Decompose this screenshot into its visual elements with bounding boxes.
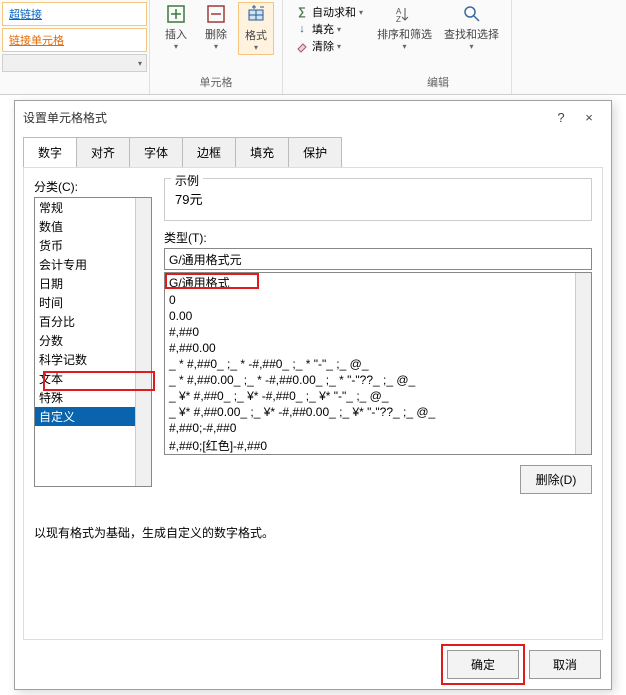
chevron-down-icon: ▾ (359, 8, 363, 17)
insert-button[interactable]: 插入 ▾ (158, 2, 194, 55)
tab-fill[interactable]: 填充 (235, 137, 289, 167)
list-item[interactable]: 文本 (35, 369, 151, 388)
find-select-label: 查找和选择 (444, 26, 499, 42)
list-item[interactable]: _ * #,##0.00_ ;_ * -#,##0.00_ ;_ * "-"??… (165, 372, 591, 388)
cancel-button[interactable]: 取消 (529, 650, 601, 679)
delete-format-button[interactable]: 删除(D) (520, 465, 592, 494)
style-linked-cell[interactable]: 链接单元格 (2, 28, 147, 52)
format-icon (246, 5, 266, 25)
style-hyperlink[interactable]: 超链接 (2, 2, 147, 26)
list-item[interactable]: 分数 (35, 331, 151, 350)
list-item[interactable]: 常规 (35, 198, 151, 217)
insert-icon (166, 4, 186, 24)
sort-filter-label: 排序和筛选 (377, 26, 432, 42)
list-item[interactable]: 百分比 (35, 312, 151, 331)
list-item[interactable]: G/通用格式 (165, 273, 591, 292)
sort-filter-button[interactable]: AZ 排序和筛选 ▾ (373, 2, 436, 74)
scrollbar[interactable] (135, 198, 151, 486)
category-listbox[interactable]: 常规 数值 货币 会计专用 日期 时间 百分比 分数 科学记数 文本 特殊 自定… (34, 197, 152, 487)
chevron-down-icon: ▾ (403, 42, 407, 51)
chevron-down-icon: ▾ (174, 42, 178, 51)
delete-button[interactable]: 删除 ▾ (198, 2, 234, 55)
list-item[interactable]: 时间 (35, 293, 151, 312)
tab-border[interactable]: 边框 (182, 137, 236, 167)
tab-alignment[interactable]: 对齐 (76, 137, 130, 167)
sample-value: 79元 (175, 189, 581, 208)
list-item[interactable]: #,##0;-#,##0 (165, 420, 591, 436)
type-label: 类型(T): (164, 229, 592, 246)
list-item-custom[interactable]: 自定义 (35, 407, 151, 426)
note-text: 以现有格式为基础，生成自定义的数字格式。 (34, 524, 592, 541)
list-item[interactable]: 科学记数 (35, 350, 151, 369)
autosum-button[interactable]: ∑ 自动求和 ▾ (295, 4, 363, 20)
list-item[interactable]: #,##0.00 (165, 340, 591, 356)
close-button[interactable]: × (575, 110, 603, 125)
delete-icon (206, 4, 226, 24)
chevron-down-icon: ▾ (214, 42, 218, 51)
list-item[interactable]: 0.00 (165, 308, 591, 324)
list-item[interactable]: _ * #,##0_ ;_ * -#,##0_ ;_ * "-"_ ;_ @_ (165, 356, 591, 372)
tab-number[interactable]: 数字 (23, 137, 77, 167)
clear-label: 清除 (312, 38, 334, 54)
list-item[interactable]: 数值 (35, 217, 151, 236)
eraser-icon (295, 39, 309, 53)
list-item[interactable]: 会计专用 (35, 255, 151, 274)
format-cells-dialog: 设置单元格格式 ? × 数字 对齐 字体 边框 填充 保护 分类(C): 常规 … (14, 100, 612, 690)
dialog-title: 设置单元格格式 (23, 109, 547, 126)
list-item[interactable]: 日期 (35, 274, 151, 293)
sample-label: 示例 (171, 172, 203, 189)
category-label: 分类(C): (34, 178, 152, 195)
help-button[interactable]: ? (547, 110, 575, 125)
insert-label: 插入 (165, 26, 187, 42)
list-item[interactable]: _ ¥* #,##0.00_ ;_ ¥* -#,##0.00_ ;_ ¥* "-… (165, 404, 591, 420)
tab-font[interactable]: 字体 (129, 137, 183, 167)
autosum-label: 自动求和 (312, 4, 356, 20)
edit-group: ∑ 自动求和 ▾ ↓ 填充 ▾ 清除 ▾ AZ 排序和筛选 (283, 0, 512, 94)
list-item[interactable]: 特殊 (35, 388, 151, 407)
tab-protection[interactable]: 保护 (288, 137, 342, 167)
find-icon (462, 4, 482, 24)
fill-button[interactable]: ↓ 填充 ▾ (295, 21, 363, 37)
chevron-down-icon: ▾ (337, 42, 341, 51)
chevron-down-icon: ▾ (337, 25, 341, 34)
type-input[interactable] (164, 248, 592, 270)
ribbon: 超链接 链接单元格 ▾ 插入 ▾ 删除 ▾ 格式 ▾ 单元格 (0, 0, 626, 95)
chevron-down-icon: ▾ (470, 42, 474, 51)
cells-group: 插入 ▾ 删除 ▾ 格式 ▾ 单元格 (150, 0, 283, 94)
chevron-down-icon: ▾ (138, 59, 142, 68)
cell-styles-panel: 超链接 链接单元格 ▾ (0, 0, 150, 94)
list-item[interactable]: 货币 (35, 236, 151, 255)
edit-group-label: 编辑 (373, 74, 503, 92)
sort-filter-icon: AZ (395, 4, 415, 24)
dialog-tabs: 数字 对齐 字体 边框 填充 保护 (23, 137, 603, 167)
type-listbox[interactable]: G/通用格式 0 0.00 #,##0 #,##0.00 _ * #,##0_ … (164, 272, 592, 455)
sample-frame: 示例 79元 (164, 178, 592, 221)
find-select-button[interactable]: 查找和选择 ▾ (440, 2, 503, 74)
fill-label: 填充 (312, 21, 334, 37)
tab-body-number: 分类(C): 常规 数值 货币 会计专用 日期 时间 百分比 分数 科学记数 文… (23, 167, 603, 640)
list-item[interactable]: 0 (165, 292, 591, 308)
dialog-titlebar: 设置单元格格式 ? × (15, 101, 611, 133)
edit-small-options: ∑ 自动求和 ▾ ↓ 填充 ▾ 清除 ▾ (291, 2, 367, 92)
scrollbar[interactable] (575, 273, 591, 454)
fill-down-icon: ↓ (295, 22, 309, 36)
svg-text:Z: Z (396, 15, 401, 24)
list-item[interactable]: #,##0 (165, 324, 591, 340)
dialog-button-row: 确定 取消 (15, 640, 611, 689)
sigma-icon: ∑ (295, 5, 309, 19)
cells-group-label: 单元格 (200, 74, 233, 92)
clear-button[interactable]: 清除 ▾ (295, 38, 363, 54)
ok-button[interactable]: 确定 (447, 650, 519, 679)
styles-expand[interactable]: ▾ (2, 54, 147, 72)
format-label: 格式 (245, 27, 267, 43)
list-item[interactable]: _ ¥* #,##0_ ;_ ¥* -#,##0_ ;_ ¥* "-"_ ;_ … (165, 388, 591, 404)
chevron-down-icon: ▾ (254, 43, 258, 52)
delete-label: 删除 (205, 26, 227, 42)
list-item[interactable]: #,##0;[红色]-#,##0 (165, 436, 591, 455)
format-button[interactable]: 格式 ▾ (238, 2, 274, 55)
